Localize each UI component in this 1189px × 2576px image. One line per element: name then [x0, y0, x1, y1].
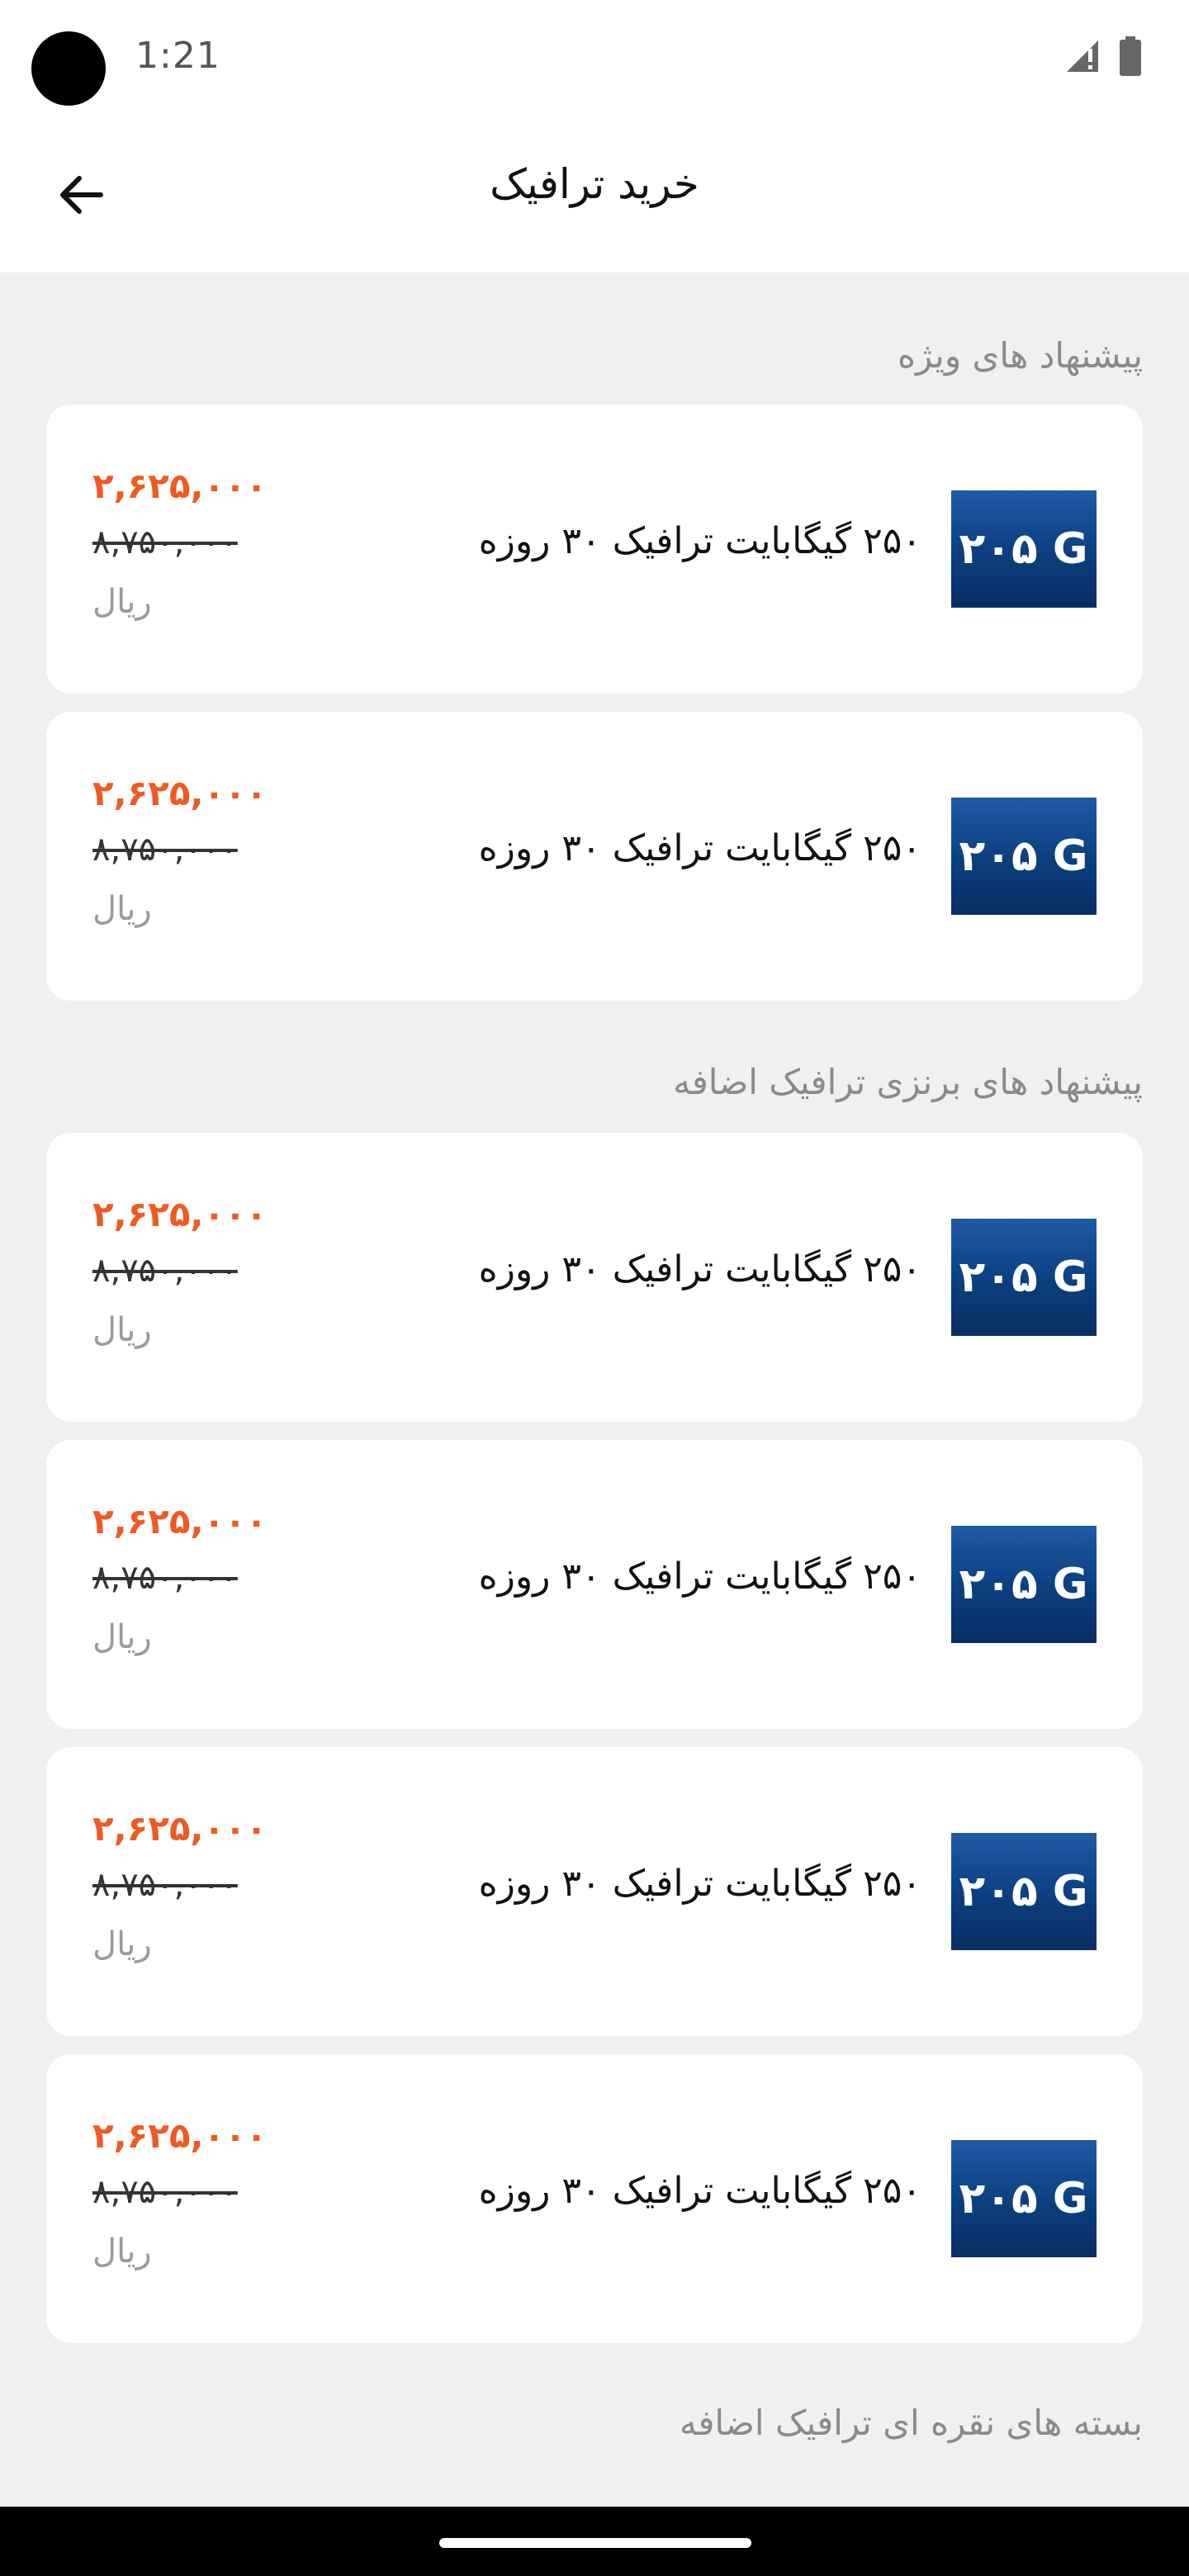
- original-price: ۸,۷۵۰,۰۰۰: [92, 831, 238, 869]
- home-gesture-handle[interactable]: [439, 2538, 751, 2548]
- currency-label: ریال: [92, 1311, 152, 1349]
- discounted-price: ۲,۶۲۵,۰۰۰: [92, 1808, 268, 1849]
- package-thumbnail: ۲۰۵ G: [951, 1833, 1097, 1950]
- original-price: ۸,۷۵۰,۰۰۰: [92, 1252, 238, 1290]
- signal-icon: [1063, 37, 1101, 78]
- package-thumbnail: ۲۰۵ G: [951, 490, 1097, 608]
- app-bar: خرید ترافیک: [0, 124, 1189, 272]
- section-title-silver: بسته های نقره ای ترافیک اضافه: [679, 2403, 1143, 2443]
- system-icons: [1063, 36, 1143, 79]
- status-bar: 1:21: [0, 0, 1189, 124]
- battery-icon: [1118, 36, 1143, 79]
- package-card[interactable]: ۲۰۵ G ۲۵۰ گیگابایت ترافیک ۳۰ روزه ۲,۶۲۵,…: [46, 1133, 1143, 1422]
- package-title: ۲۵۰ گیگابایت ترافیک ۳۰ روزه: [478, 827, 921, 869]
- currency-label: ریال: [92, 1925, 152, 1963]
- package-thumbnail: ۲۰۵ G: [951, 798, 1097, 915]
- currency-label: ریال: [92, 890, 152, 928]
- package-title: ۲۵۰ گیگابایت ترافیک ۳۰ روزه: [478, 1248, 921, 1290]
- discounted-price: ۲,۶۲۵,۰۰۰: [92, 466, 268, 506]
- package-card[interactable]: ۲۰۵ G ۲۵۰ گیگابایت ترافیک ۳۰ روزه ۲,۶۲۵,…: [46, 2054, 1143, 2343]
- package-title: ۲۵۰ گیگابایت ترافیک ۳۰ روزه: [478, 520, 921, 562]
- package-title: ۲۵۰ گیگابایت ترافیک ۳۰ روزه: [478, 1556, 921, 1598]
- section-title-bronze: پیشنهاد های برنزی ترافیک اضافه: [673, 1062, 1143, 1102]
- original-price: ۸,۷۵۰,۰۰۰: [92, 1866, 238, 1904]
- package-thumbnail: ۲۰۵ G: [951, 1219, 1097, 1336]
- discounted-price: ۲,۶۲۵,۰۰۰: [92, 1501, 268, 1541]
- discounted-price: ۲,۶۲۵,۰۰۰: [92, 2115, 268, 2156]
- package-card[interactable]: ۲۰۵ G ۲۵۰ گیگابایت ترافیک ۳۰ روزه ۲,۶۲۵,…: [46, 405, 1143, 694]
- section-title-special: پیشنهاد های ویژه: [897, 335, 1143, 376]
- discounted-price: ۲,۶۲۵,۰۰۰: [92, 1194, 268, 1234]
- package-thumbnail: ۲۰۵ G: [951, 2140, 1097, 2257]
- original-price: ۸,۷۵۰,۰۰۰: [92, 2173, 238, 2211]
- discounted-price: ۲,۶۲۵,۰۰۰: [92, 773, 268, 813]
- package-title: ۲۵۰ گیگابایت ترافیک ۳۰ روزه: [478, 2170, 921, 2212]
- currency-label: ریال: [92, 2233, 152, 2271]
- package-card[interactable]: ۲۰۵ G ۲۵۰ گیگابایت ترافیک ۳۰ روزه ۲,۶۲۵,…: [46, 1440, 1143, 1729]
- original-price: ۸,۷۵۰,۰۰۰: [92, 523, 238, 561]
- package-thumbnail: ۲۰۵ G: [951, 1526, 1097, 1643]
- page-title: خرید ترافیک: [490, 160, 699, 208]
- package-card[interactable]: ۲۰۵ G ۲۵۰ گیگابایت ترافیک ۳۰ روزه ۲,۶۲۵,…: [46, 1747, 1143, 2036]
- currency-label: ریال: [92, 583, 152, 621]
- status-time: 1:21: [135, 35, 220, 77]
- navigation-bar: [0, 2507, 1189, 2576]
- package-title: ۲۵۰ گیگابایت ترافیک ۳۰ روزه: [478, 1863, 921, 1905]
- package-card[interactable]: ۲۰۵ G ۲۵۰ گیگابایت ترافیک ۳۰ روزه ۲,۶۲۵,…: [46, 712, 1143, 1001]
- currency-label: ریال: [92, 1618, 152, 1656]
- original-price: ۸,۷۵۰,۰۰۰: [92, 1559, 238, 1597]
- camera-cutout: [31, 31, 106, 106]
